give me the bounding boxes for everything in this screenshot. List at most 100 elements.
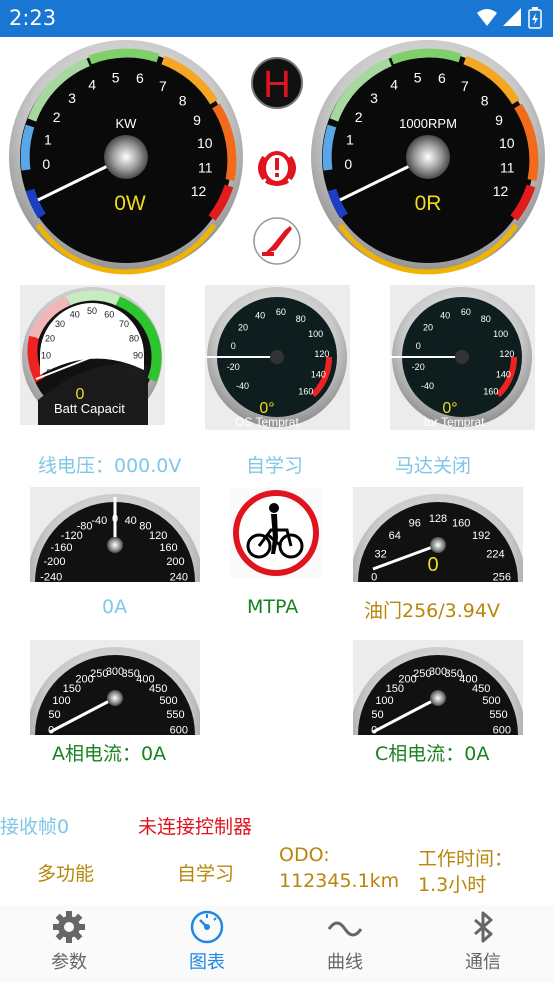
odo-value: 112345.1km	[279, 870, 400, 892]
motor-temp-caption: tor Temprat	[424, 415, 485, 429]
gauge-tick-label: 8	[481, 92, 489, 108]
gauge-tick-label: 11	[198, 159, 213, 175]
rpm-gauge: 01234 5 6 789101112 1000RPM 0R	[311, 40, 545, 275]
tire-warning-icon	[254, 145, 300, 191]
gauge-tick-label: 224	[486, 549, 504, 561]
gauge-tick-label: 20	[238, 323, 248, 333]
gauge-tick-label: 60	[276, 307, 286, 317]
gauge-tick-label: -200	[43, 556, 65, 568]
gauge-tick-label: 0	[344, 156, 352, 172]
work-time-value: 1.3小时	[418, 874, 487, 896]
gauge-tick-label: 500	[482, 695, 500, 707]
gauge-tick-label: 70	[119, 319, 129, 329]
status-icons	[477, 7, 542, 29]
power-gauge: 01234 5 6 789101112 KW 0W	[9, 40, 243, 275]
gauge-tick-label: 12	[191, 183, 207, 199]
gauge-tick-label: 40	[440, 310, 450, 320]
gauge-tick-label: 100	[375, 695, 393, 707]
self-learn-status: 自学习	[246, 455, 304, 477]
gauge-tick-label: 4	[390, 77, 398, 93]
gauge-tick-label: 10	[499, 135, 515, 151]
gauge-tick-label: 60	[104, 309, 114, 319]
gauge-tick-label: 20	[45, 333, 55, 343]
controller-temp-caption: OS Temprat	[235, 415, 299, 429]
gauge-tick-label: 5	[112, 70, 120, 86]
h-indicator-icon: H	[251, 57, 303, 109]
gauge-tick-label: 240	[170, 571, 188, 582]
gauge-tick-label: 100	[52, 695, 70, 707]
gauge-tick-label: 100	[308, 329, 323, 339]
self-learn-button[interactable]: 自学习	[177, 859, 234, 886]
gauge-tick-label: 550	[166, 709, 184, 721]
gauge-tick-label: 80	[129, 333, 139, 343]
nav-label-params: 参数	[51, 952, 87, 973]
status-time: 2:23	[9, 6, 57, 30]
gauge-tick-label: 11	[500, 159, 515, 175]
gauge-tick-label: 450	[472, 683, 490, 695]
wifi-icon	[477, 9, 497, 26]
gauge-tick-label: -20	[227, 362, 240, 372]
gauge-tick-label: 5	[414, 70, 422, 86]
gauge-tick-label: 160	[159, 542, 177, 554]
gauge-tick-label: 9	[495, 112, 503, 128]
nav-label-curve: 曲线	[327, 952, 363, 973]
rpm-hub	[406, 135, 450, 179]
gauge-tick-label: -160	[50, 542, 72, 554]
current-gauge: -240-200-160-120-80-4004080120160200240	[30, 487, 200, 582]
gauge-tick-label: 2	[53, 109, 61, 125]
gauge-tick-label: 60	[461, 307, 471, 317]
gauge-tick-label: 64	[389, 530, 401, 542]
gauge-tick-label: 128	[429, 513, 447, 525]
gauge-tick-label: 40	[70, 309, 80, 319]
gauge-tick-label: -240	[40, 571, 62, 582]
nav-item-curve[interactable]: 曲线	[276, 905, 414, 983]
gauge-tick-label: 10	[197, 135, 213, 151]
frames-received-label: 接收帧0	[0, 816, 70, 838]
gauge-tick-label: 0	[371, 571, 377, 582]
rpm-unit: 1000RPM	[399, 116, 457, 131]
gauge-tick-label: 40	[255, 310, 265, 320]
wave-icon	[327, 921, 363, 937]
gauge-tick-label: 30	[55, 319, 65, 329]
nav-item-chart[interactable]: 图表	[138, 905, 276, 983]
gauge-tick-label: 120	[314, 349, 329, 359]
gauge-tick-label: 32	[374, 549, 386, 561]
nav-item-comm[interactable]: 通信	[414, 905, 552, 983]
gauge-tick-label: 500	[159, 695, 177, 707]
nav-item-params[interactable]: 参数	[0, 905, 138, 983]
walk-assist-icon	[231, 488, 321, 578]
gauge-tick-label: 3	[68, 90, 76, 106]
gauge-tick-label: -80	[77, 521, 93, 533]
gauge-tick-label: 0	[42, 156, 50, 172]
gauge-tick-label: 96	[409, 517, 421, 529]
controller-temp-gauge: -40-2002040 6080100120140160 0° OS Tempra…	[205, 285, 350, 430]
multi-function-button[interactable]: 多功能	[37, 859, 94, 886]
gauge-tick-label: 7	[159, 78, 167, 94]
gauge-tick-label: 1	[44, 132, 52, 148]
throttle-label: 油门256/3.94V	[364, 600, 500, 622]
gauge-tick-label: 90	[133, 350, 143, 360]
gauge-tick-label: 2	[355, 109, 363, 125]
current-value-label: 0A	[102, 596, 128, 618]
gauge-tick-label: 192	[472, 530, 490, 542]
throttle-value: 0	[427, 554, 438, 576]
gauge-tick-label: 100	[493, 329, 508, 339]
power-unit: KW	[116, 116, 138, 131]
gauge-tick-label: 200	[166, 556, 184, 568]
work-time-label: 工作时间：	[418, 848, 514, 870]
gauge-tick-label: 256	[493, 571, 511, 582]
battery-icon	[528, 7, 542, 29]
battery-caption: Batt Capacit	[54, 401, 125, 416]
gauge-tick-label: 120	[499, 349, 514, 359]
gauge-tick-label: 6	[136, 70, 144, 86]
gauge-tick-label: 100	[128, 368, 143, 378]
rpm-value: 0R	[415, 192, 442, 215]
phase-a-current-gauge: 050100150200250300350400450500550600	[30, 640, 200, 735]
gauge-tick-label: 140	[496, 370, 511, 380]
gauge-tick-label: 80	[296, 314, 306, 324]
gauge-icon	[190, 910, 224, 944]
gauge-tick-label: 550	[489, 709, 507, 721]
motor-status: 马达关闭	[395, 455, 472, 477]
phase-c-current-label: C相电流：0A	[375, 743, 490, 765]
gauge-tick-label: 160	[483, 387, 498, 397]
